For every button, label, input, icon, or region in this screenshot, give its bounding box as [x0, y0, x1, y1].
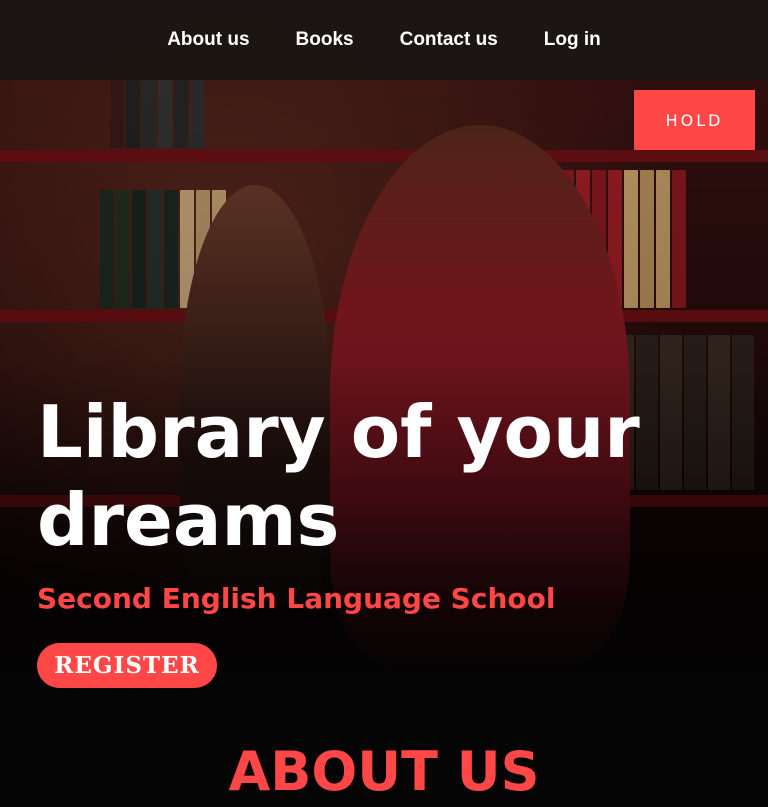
register-button[interactable]: REGISTER — [37, 643, 217, 688]
nav-log-in[interactable]: Log in — [544, 29, 601, 51]
hero-subtitle: Second English Language School — [37, 582, 556, 615]
hero-title: Library of your dreams — [37, 390, 640, 562]
hold-button[interactable]: HOLD — [634, 90, 755, 150]
top-navbar: About us Books Contact us Log in — [0, 0, 768, 80]
about-section-heading: ABOUT US — [228, 740, 540, 803]
nav-books[interactable]: Books — [296, 29, 354, 51]
nav-about-us[interactable]: About us — [167, 29, 249, 51]
nav-contact-us[interactable]: Contact us — [400, 29, 498, 51]
